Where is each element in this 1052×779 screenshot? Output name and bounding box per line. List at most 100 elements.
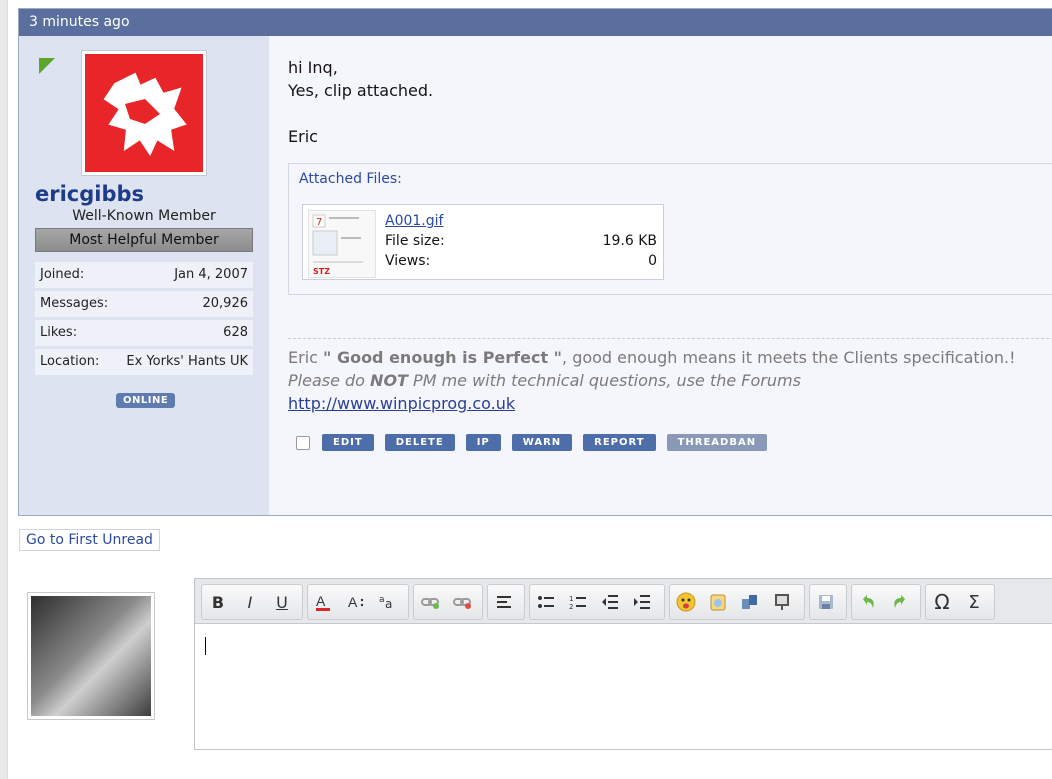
signature-link[interactable]: http://www.winpicprog.co.uk	[288, 392, 1016, 415]
toolbar-group-insert	[669, 584, 805, 620]
views-label: Views:	[385, 253, 431, 269]
attachment-views-row: Views: 0	[385, 253, 657, 269]
edit-button[interactable]: EDIT	[322, 434, 374, 451]
post-actions-bar: EDIT DELETE IP WARN REPORT THREADBAN	[296, 434, 778, 451]
info-label: Location:	[40, 354, 100, 369]
info-row-joined: Joined: Jan 4, 2007	[35, 262, 253, 288]
warn-button[interactable]: WARN	[511, 434, 573, 451]
sig-rest: , good enough means it meets the Clients…	[562, 348, 1016, 367]
font-size-icon[interactable]: A	[340, 586, 372, 618]
numbered-list-icon[interactable]: 12	[562, 586, 594, 618]
user-avatar[interactable]	[81, 50, 207, 176]
delete-button[interactable]: DELETE	[384, 434, 455, 451]
signature-line-2: Please do NOT PM me with technical quest…	[288, 369, 1016, 392]
info-value: 628	[223, 325, 248, 340]
user-banner: Most Helpful Member	[35, 228, 253, 252]
sig-text: Please do	[288, 371, 371, 390]
align-icon[interactable]	[488, 586, 520, 618]
svg-text:1: 1	[569, 595, 573, 603]
bold-icon[interactable]: B	[202, 586, 234, 618]
svg-text:2: 2	[569, 603, 573, 611]
sig-quote: " Good enough is Perfect "	[323, 348, 563, 367]
message-content: hi Inq, Yes, clip attached. Eric Attache…	[270, 36, 1052, 515]
svg-text:a: a	[385, 597, 392, 611]
link-icon[interactable]	[414, 586, 446, 618]
info-value[interactable]: 20,926	[203, 291, 249, 317]
svg-text:A: A	[316, 593, 326, 609]
report-button[interactable]: REPORT	[583, 434, 656, 451]
unlink-icon[interactable]	[446, 586, 478, 618]
special-char-icon[interactable]: Ω	[926, 586, 958, 618]
toolbar-group-align	[487, 584, 525, 620]
undo-icon[interactable]	[852, 586, 884, 618]
attached-files-box: Attached Files: 7 STZ A001.gif File size…	[288, 163, 1052, 295]
select-post-checkbox[interactable]	[296, 435, 310, 450]
underline-icon[interactable]: U	[266, 586, 298, 618]
svg-text:a: a	[379, 595, 385, 605]
info-label: Messages:	[40, 296, 109, 311]
attachment-item: 7 STZ A001.gif File size: 19.6 KB Views:	[302, 204, 664, 280]
sig-emphasis: NOT	[370, 371, 408, 390]
toolbar-group-format: B I U	[201, 584, 303, 620]
bullet-list-icon[interactable]	[530, 586, 562, 618]
threadban-button[interactable]: THREADBAN	[666, 434, 768, 451]
username-link[interactable]: ericgibbs	[35, 182, 144, 206]
redo-icon[interactable]	[884, 586, 916, 618]
user-title: Well-Known Member	[72, 208, 216, 224]
text-color-icon[interactable]: A	[308, 586, 340, 618]
editor-text-area[interactable]	[195, 624, 1052, 749]
attachment-file-link[interactable]: A001.gif	[385, 213, 443, 229]
italic-icon[interactable]: I	[234, 586, 266, 618]
toolbar-group-font: A A aa	[307, 584, 409, 620]
sig-text: PM me with technical questions, use the …	[407, 371, 801, 390]
info-row-messages: Messages: 20,926	[35, 291, 253, 317]
info-row-location: Location: Ex Yorks' Hants UK	[35, 349, 253, 375]
left-scroll-strip	[0, 0, 8, 779]
reply-editor: B I U A A aa 1 2 Ω Σ	[194, 578, 1052, 750]
info-label: Joined:	[40, 267, 85, 282]
ip-button[interactable]: IP	[465, 434, 501, 451]
size-value: 19.6 KB	[602, 233, 657, 249]
message-body: hi Inq, Yes, clip attached. Eric	[288, 56, 433, 148]
post-flag-icon	[39, 58, 55, 74]
indent-icon[interactable]	[626, 586, 658, 618]
toolbar-group-special: Ω Σ	[925, 584, 995, 620]
signature: Eric " Good enough is Perfect ", good en…	[288, 346, 1016, 415]
save-draft-icon[interactable]	[810, 586, 842, 618]
text-caret	[205, 637, 206, 655]
message-line: hi Inq,	[288, 58, 338, 77]
smilie-icon[interactable]	[670, 586, 702, 618]
image-icon[interactable]	[702, 586, 734, 618]
formula-icon[interactable]: Σ	[958, 586, 990, 618]
code-icon[interactable]	[766, 586, 798, 618]
user-info-panel: ericgibbs Well-Known Member Most Helpful…	[19, 36, 269, 515]
attachment-size-row: File size: 19.6 KB	[385, 233, 657, 249]
views-value: 0	[648, 253, 657, 269]
attachment-thumbnail[interactable]: 7 STZ	[308, 210, 376, 278]
toolbar-group-history	[851, 584, 921, 620]
toolbar-group-link	[413, 584, 483, 620]
signature-separator	[288, 338, 1052, 339]
message-line: Yes, clip attached.	[288, 81, 434, 100]
go-to-first-unread-button[interactable]: Go to First Unread	[19, 529, 160, 551]
online-status-badge: ONLINE	[116, 393, 176, 408]
info-label: Likes:	[40, 325, 78, 340]
font-family-icon[interactable]: aa	[372, 586, 404, 618]
welsh-dragon-avatar-image	[85, 54, 203, 172]
svg-text:7: 7	[316, 217, 322, 228]
attached-files-title: Attached Files:	[299, 171, 402, 187]
size-label: File size:	[385, 233, 445, 249]
reply-avatar-photo	[31, 596, 151, 716]
toolbar-group-lists: 12	[529, 584, 665, 620]
info-row-likes: Likes: 628	[35, 320, 253, 346]
editor-toolbar: B I U A A aa 1 2 Ω Σ	[195, 579, 1052, 624]
post-container: 3 minutes ago ericgibbs Well-Known Membe…	[18, 8, 1052, 516]
media-icon[interactable]	[734, 586, 766, 618]
info-value: Jan 4, 2007	[174, 267, 248, 282]
outdent-icon[interactable]	[594, 586, 626, 618]
svg-text:A: A	[348, 594, 358, 610]
svg-text:STZ: STZ	[313, 267, 330, 276]
info-value[interactable]: Ex Yorks' Hants UK	[126, 349, 248, 375]
toolbar-group-draft	[809, 584, 847, 620]
reply-user-avatar[interactable]	[27, 592, 155, 720]
